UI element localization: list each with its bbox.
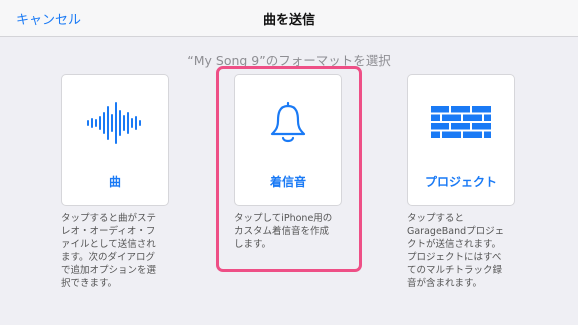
project-option-label: プロジェクト	[424, 175, 497, 189]
selection-highlight	[216, 66, 362, 272]
song-option-label: 曲	[108, 175, 121, 189]
bricks-icon	[408, 101, 514, 145]
waveform-icon	[62, 101, 168, 145]
project-option-card[interactable]: プロジェクト	[407, 74, 515, 206]
song-option-card[interactable]: 曲	[61, 74, 169, 206]
project-option-description: タップすると GarageBandプロジェ クトが送信されます。 プロジェクトに…	[407, 213, 505, 289]
navigation-bar: キャンセル 曲を送信	[0, 0, 578, 37]
song-option-description: タップすると曲がステ レオ・オーディオ・フ ァイルとして送信され ます。次のダイ…	[61, 213, 157, 289]
page-title: 曲を送信	[262, 13, 315, 28]
